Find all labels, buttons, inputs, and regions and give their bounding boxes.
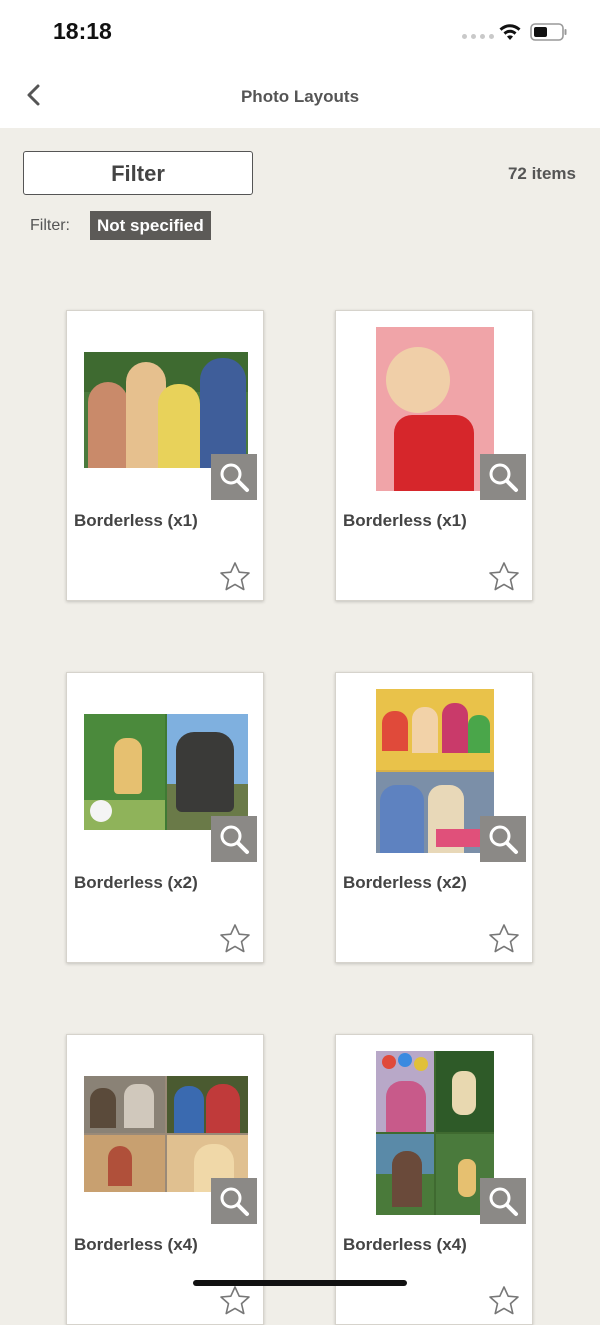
magnifier-icon <box>489 463 518 492</box>
layout-thumbnail <box>376 689 494 853</box>
layout-label: Borderless (x1) <box>343 511 467 530</box>
zoom-button[interactable] <box>480 1178 526 1224</box>
layout-thumbnail <box>84 1076 248 1192</box>
magnifier-icon <box>220 1187 249 1216</box>
layout-label: Borderless (x2) <box>74 873 198 892</box>
navigation-bar: Photo Layouts <box>0 62 600 128</box>
layout-label: Borderless (x4) <box>74 1235 198 1254</box>
favorite-star-icon[interactable] <box>488 923 520 955</box>
magnifier-icon <box>489 825 518 854</box>
home-indicator[interactable] <box>193 1280 407 1286</box>
layout-card[interactable]: Borderless (x2) <box>335 672 533 963</box>
zoom-button[interactable] <box>211 816 257 862</box>
favorite-star-icon[interactable] <box>488 561 520 593</box>
layout-label: Borderless (x4) <box>343 1235 467 1254</box>
zoom-button[interactable] <box>480 454 526 500</box>
zoom-button[interactable] <box>211 454 257 500</box>
layout-thumbnail <box>84 352 248 468</box>
magnifier-icon <box>220 825 249 854</box>
layout-label: Borderless (x1) <box>74 511 198 530</box>
wifi-icon <box>499 24 521 40</box>
favorite-star-icon[interactable] <box>488 1285 520 1317</box>
layout-card[interactable]: Borderless (x1) <box>335 310 533 601</box>
layout-thumbnail <box>84 714 248 830</box>
filter-value-tag: Not specified <box>90 211 211 240</box>
cellular-signal-icon <box>462 34 494 39</box>
favorite-star-icon[interactable] <box>219 561 251 593</box>
status-time: 18:18 <box>53 18 112 44</box>
layout-card[interactable]: Borderless (x1) <box>66 310 264 601</box>
layout-thumbnail <box>376 1051 494 1215</box>
favorite-star-icon[interactable] <box>219 1285 251 1317</box>
zoom-button[interactable] <box>480 816 526 862</box>
magnifier-icon <box>489 1187 518 1216</box>
page-title: Photo Layouts <box>240 87 360 106</box>
item-count: 72 items <box>507 164 576 183</box>
zoom-button[interactable] <box>211 1178 257 1224</box>
layout-card[interactable]: Borderless (x2) <box>66 672 264 963</box>
magnifier-icon <box>220 463 249 492</box>
battery-icon <box>530 23 567 41</box>
layout-thumbnail <box>376 327 494 491</box>
filter-button[interactable]: Filter <box>23 151 253 195</box>
favorite-star-icon[interactable] <box>219 923 251 955</box>
filter-label: Filter: <box>30 217 70 234</box>
layout-label: Borderless (x2) <box>343 873 467 892</box>
status-bar: 18:18 <box>0 0 600 62</box>
